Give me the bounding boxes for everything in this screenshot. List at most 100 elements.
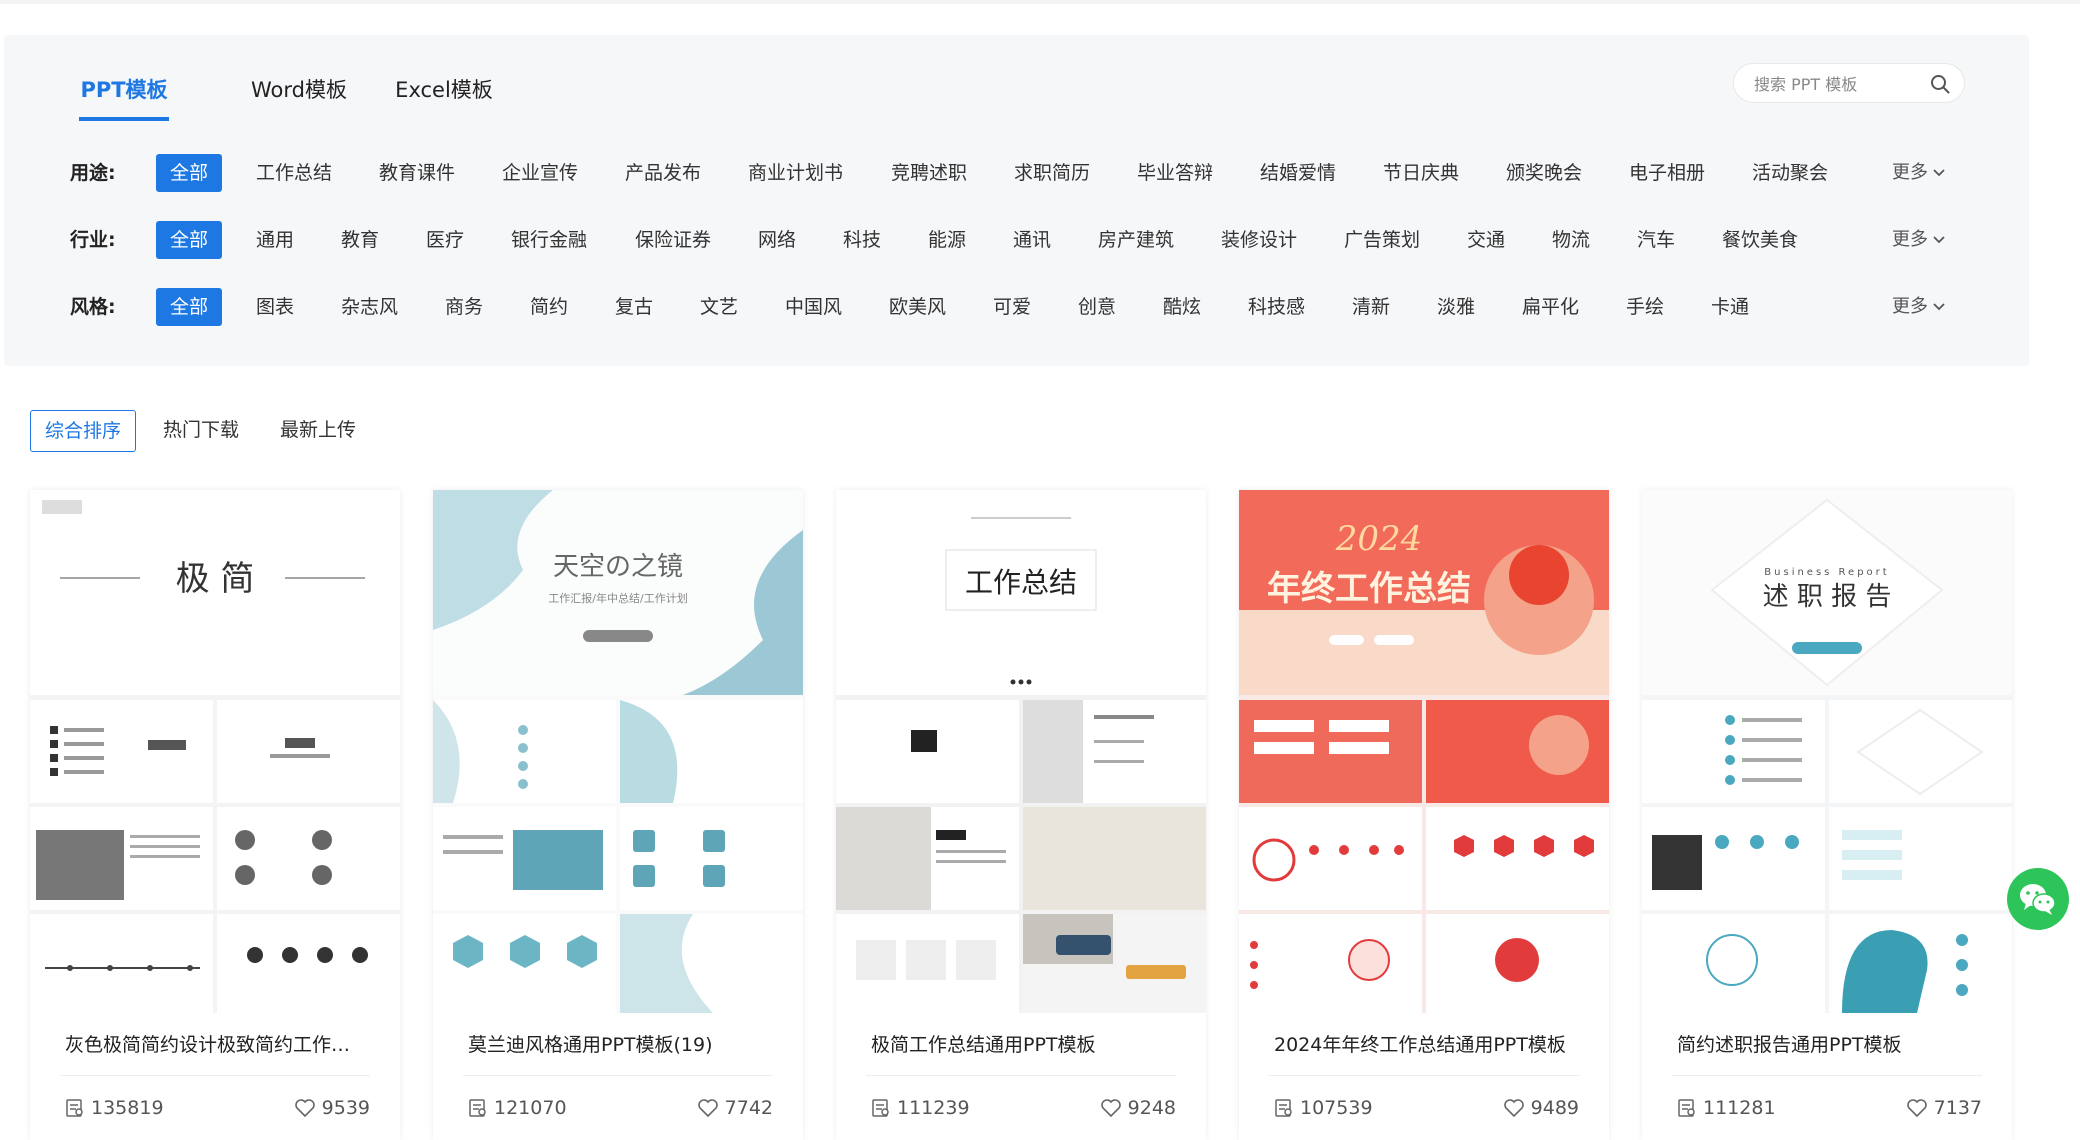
filter-chip[interactable]: 电子相册 [1629,153,1705,193]
like-count[interactable]: 7137 [1906,1097,1982,1119]
card-title[interactable]: 2024年年终工作总结通用PPT模板 [1274,1030,1574,1057]
filter-chip[interactable]: 酷炫 [1163,287,1201,327]
filter-chip[interactable]: 手绘 [1626,287,1664,327]
like-count-value: 9248 [1127,1097,1176,1119]
wechat-float-button[interactable] [2007,868,2069,930]
filter-chip[interactable]: 汽车 [1637,220,1675,260]
filter-chip[interactable]: 全部 [156,221,223,259]
template-thumbnail[interactable]: 天空の之镜 工作汇报/年中总结/工作计划 [433,490,803,1013]
chevron-down-icon [1933,169,1945,177]
search-input[interactable] [1752,64,1926,104]
filter-chip[interactable]: 网络 [758,220,796,260]
filter-chip[interactable]: 颁奖晚会 [1506,153,1582,193]
template-thumbnail[interactable]: 2024 年终工作总结 [1239,490,1609,1013]
tab-excel[interactable]: Excel模板 [389,65,499,115]
filter-chip[interactable]: 通讯 [1013,220,1051,260]
sort-hot-downloads[interactable]: 热门下载 [163,410,239,450]
filter-chip[interactable]: 产品发布 [625,153,701,193]
views-icon [872,1099,889,1117]
filter-panel: PPT模板 Word模板 Excel模板 用途: 全部 工作总结 教育课件 企业… [4,35,2029,366]
view-count-value: 111281 [1703,1097,1776,1119]
filter-chip[interactable]: 扁平化 [1522,287,1579,327]
filter-chip[interactable]: 复古 [615,287,653,327]
card-title[interactable]: 莫兰迪风格通用PPT模板(19) [468,1030,768,1057]
sort-comprehensive[interactable]: 综合排序 [30,410,137,452]
filter-label: 用途: [70,162,116,184]
view-count: 121070 [468,1097,567,1119]
filter-chip[interactable]: 卡通 [1711,287,1749,327]
card-title[interactable]: 简约述职报告通用PPT模板 [1677,1030,1977,1057]
filter-chip[interactable]: 中国风 [785,287,842,327]
filter-chip[interactable]: 欧美风 [889,287,946,327]
card-divider [463,1075,773,1076]
views-icon [1275,1099,1292,1117]
tab-word[interactable]: Word模板 [244,65,354,115]
filter-chip[interactable]: 文艺 [700,287,738,327]
filter-chip[interactable]: 教育课件 [379,153,455,193]
views-icon [1678,1099,1695,1117]
sort-latest-upload[interactable]: 最新上传 [280,410,356,450]
filter-chip[interactable]: 装修设计 [1221,220,1297,260]
view-count: 107539 [1274,1097,1373,1119]
like-count[interactable]: 9539 [294,1097,370,1119]
filter-chip[interactable]: 全部 [156,288,223,326]
like-count[interactable]: 9489 [1503,1097,1579,1119]
filter-chip[interactable]: 交通 [1467,220,1505,260]
more-usage-button[interactable]: 更多 [1892,153,1946,193]
view-count-value: 121070 [494,1097,567,1119]
wechat-icon [2020,884,2056,915]
card-divider [1672,1075,1982,1076]
filter-chip[interactable]: 房产建筑 [1098,220,1174,260]
template-card[interactable]: 2024 年终工作总结 2024年年终工作总结通用PPT模板 107539 94… [1239,490,1609,1140]
filter-chip[interactable]: 创意 [1078,287,1116,327]
filter-chip[interactable]: 商业计划书 [748,153,843,193]
filter-chip[interactable]: 工作总结 [256,153,332,193]
filter-chip[interactable]: 物流 [1552,220,1590,260]
card-title[interactable]: 极简工作总结通用PPT模板 [871,1030,1171,1057]
tab-ppt[interactable]: PPT模板 [79,65,169,121]
heart-icon [697,1099,718,1118]
filter-chip[interactable]: 科技感 [1248,287,1305,327]
filter-chip[interactable]: 图表 [256,287,294,327]
template-card[interactable]: Business Report 述 职 报 告 简约述职报告通用PPT模板 11… [1642,490,2012,1140]
filter-chip[interactable]: 能源 [928,220,966,260]
view-count: 135819 [65,1097,164,1119]
filter-chip[interactable]: 求职简历 [1014,153,1090,193]
template-thumbnail[interactable]: 极 简 [30,490,400,1013]
template-thumbnail[interactable]: 工作总结 [836,490,1206,1013]
filter-chip[interactable]: 通用 [256,220,294,260]
template-card[interactable]: 极 简 灰色极简简约设计极致简约工作总结PPT模板 135819 9539 [30,490,400,1140]
view-count-value: 111239 [897,1097,970,1119]
tab-label: PPT模板 [80,78,168,102]
filter-chip[interactable]: 保险证券 [635,220,711,260]
filter-chip[interactable]: 简约 [530,287,568,327]
template-card[interactable]: 工作总结 极简工作总结通用PPT模板 111239 9248 [836,490,1206,1140]
filter-chip[interactable]: 活动聚会 [1752,153,1828,193]
filter-chip[interactable]: 银行金融 [511,220,587,260]
filter-chip[interactable]: 竞聘述职 [891,153,967,193]
more-industry-button[interactable]: 更多 [1892,220,1946,260]
filter-chip[interactable]: 清新 [1352,287,1390,327]
template-card[interactable]: 天空の之镜 工作汇报/年中总结/工作计划 莫兰迪风格通用PPT模板(19) 12… [433,490,803,1140]
filter-chip[interactable]: 广告策划 [1344,220,1420,260]
like-count[interactable]: 7742 [697,1097,773,1119]
filter-chip[interactable]: 教育 [341,220,379,260]
filter-chip[interactable]: 节日庆典 [1383,153,1459,193]
active-tab-indicator [79,117,169,121]
filter-chip[interactable]: 可爱 [993,287,1031,327]
filter-chip[interactable]: 科技 [843,220,881,260]
filter-chip[interactable]: 餐饮美食 [1722,220,1798,260]
search-icon[interactable] [1930,74,1950,94]
filter-chip[interactable]: 淡雅 [1437,287,1475,327]
card-title[interactable]: 灰色极简简约设计极致简约工作总结PPT模板 [65,1030,365,1057]
more-style-button[interactable]: 更多 [1892,287,1946,327]
filter-chip[interactable]: 毕业答辩 [1137,153,1213,193]
filter-chip[interactable]: 医疗 [426,220,464,260]
filter-chip[interactable]: 企业宣传 [502,153,578,193]
like-count[interactable]: 9248 [1100,1097,1176,1119]
template-thumbnail[interactable]: Business Report 述 职 报 告 [1642,490,2012,1013]
filter-chip[interactable]: 全部 [156,154,223,192]
filter-chip[interactable]: 杂志风 [341,287,398,327]
filter-chip[interactable]: 商务 [445,287,483,327]
filter-chip[interactable]: 结婚爱情 [1260,153,1336,193]
